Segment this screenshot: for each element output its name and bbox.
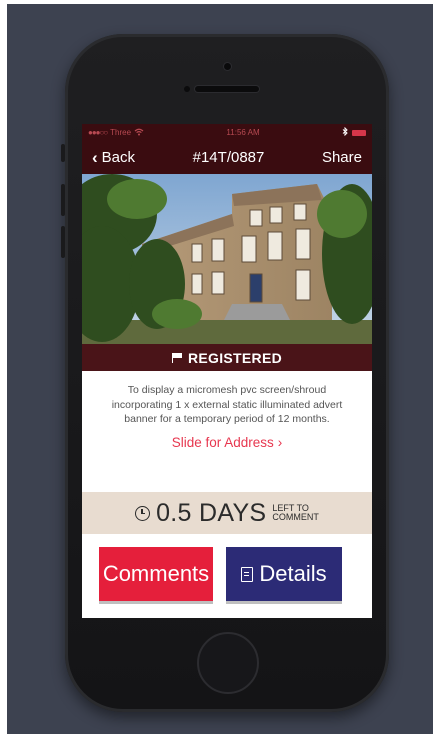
share-button[interactable]: Share xyxy=(322,149,362,166)
details-button[interactable]: Details xyxy=(226,547,342,601)
action-buttons: Comments Details xyxy=(99,547,357,603)
details-label: Details xyxy=(259,561,327,586)
comment-countdown: 0.5 DAYS LEFT TO COMMENT xyxy=(82,492,372,534)
countdown-suffix: LEFT TO COMMENT xyxy=(272,502,319,523)
back-label: Back xyxy=(101,149,136,166)
status-label: REGISTERED xyxy=(187,349,282,366)
earpiece-speaker xyxy=(195,86,259,92)
comments-label: Comments xyxy=(102,561,210,586)
slide-label: Slide for Address xyxy=(171,434,274,450)
clock-time: 11:56 AM xyxy=(226,128,260,137)
proximity-sensor xyxy=(184,86,190,92)
signal-dots-icon: ●●●○○ xyxy=(88,128,108,137)
app-screen: ●●●○○ Three 11:56 AM ‹ Back #14T/0887 Sh… xyxy=(82,124,372,618)
days-remaining: 0.5 DAYS xyxy=(156,498,267,527)
page-title: #14T/0887 xyxy=(192,149,265,166)
background: ●●●○○ Three 11:56 AM ‹ Back #14T/0887 Sh… xyxy=(7,4,433,734)
comments-button[interactable]: Comments xyxy=(99,547,213,601)
status-banner: REGISTERED xyxy=(82,344,372,371)
chevron-right-icon: › xyxy=(277,434,283,450)
countdown-suffix-line2: COMMENT xyxy=(272,512,319,522)
flag-icon xyxy=(171,353,182,363)
navigation-bar: ‹ Back #14T/0887 Share xyxy=(82,141,372,174)
home-button[interactable] xyxy=(197,632,259,694)
slide-for-address-link[interactable]: Slide for Address › xyxy=(82,435,372,450)
volume-up-button xyxy=(61,184,65,216)
document-icon xyxy=(241,566,254,582)
volume-down-button xyxy=(61,226,65,258)
building-photo[interactable] xyxy=(82,174,372,344)
iphone-device: ●●●○○ Three 11:56 AM ‹ Back #14T/0887 Sh… xyxy=(61,34,389,712)
countdown-suffix-line1: LEFT TO xyxy=(272,502,309,513)
status-bar: ●●●○○ Three 11:56 AM xyxy=(82,124,372,141)
back-button[interactable]: ‹ Back xyxy=(92,149,135,166)
carrier-label: Three xyxy=(110,128,132,137)
mute-switch xyxy=(61,144,65,162)
bluetooth-icon xyxy=(342,126,348,138)
battery-icon xyxy=(351,129,366,136)
chevron-left-icon: ‹ xyxy=(92,148,98,167)
front-camera xyxy=(224,63,231,70)
clock-icon xyxy=(135,505,151,521)
wifi-icon xyxy=(134,128,144,138)
application-description: To display a micromesh pvc screen/shroud… xyxy=(111,384,343,425)
